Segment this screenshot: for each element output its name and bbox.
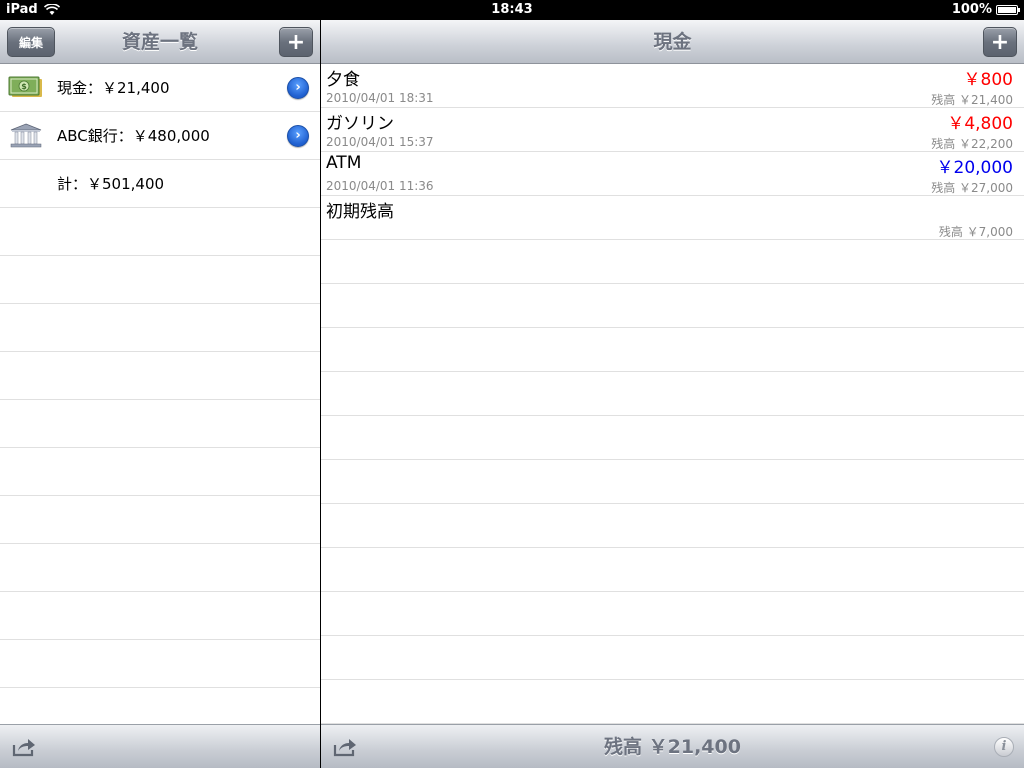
account-title: 現金 xyxy=(653,31,692,53)
asset-label-cash: 現金：￥21,400 xyxy=(57,79,170,97)
transaction-date: 2010/04/01 11:36 xyxy=(326,179,434,193)
asset-list: $ 現金：￥21,400 › ABC銀行：￥480,000 › 計：￥501,4… xyxy=(0,64,320,724)
transaction-row[interactable]: ガソリン ￥4,800 2010/04/01 15:37 残高 ￥22,200 xyxy=(321,108,1024,152)
status-bar: iPad 18:43 100% xyxy=(0,0,1024,20)
footer-balance: 残高 ￥21,400 xyxy=(604,736,741,758)
transactions-toolbar: 残高 ￥21,400 i xyxy=(321,724,1024,768)
transactions-pane: 現金 + 夕食 ￥800 2010/04/01 18:31 残高 ￥21,400… xyxy=(321,20,1024,768)
cash-icon: $ xyxy=(8,76,42,97)
transactions-navbar: 現金 + xyxy=(321,20,1024,64)
add-asset-button[interactable]: + xyxy=(279,27,313,57)
edit-button[interactable]: 編集 xyxy=(7,27,55,57)
transaction-balance: 残高 ￥22,200 xyxy=(931,137,1013,151)
chevron-right-icon: › xyxy=(295,128,301,143)
transaction-name: 夕食 xyxy=(326,70,360,90)
transaction-list: 夕食 ￥800 2010/04/01 18:31 残高 ￥21,400 ガソリン… xyxy=(321,64,1024,724)
transaction-date: 2010/04/01 15:37 xyxy=(326,135,434,149)
add-transaction-button[interactable]: + xyxy=(983,27,1017,57)
svg-text:$: $ xyxy=(21,82,27,91)
asset-total-label: 計：￥501,400 xyxy=(57,175,165,193)
bank-icon xyxy=(10,123,42,148)
assets-pane: 資産一覧 編集 + $ 現金：￥21,400 › ABC銀行：￥480,000 … xyxy=(0,20,320,768)
status-time: 18:43 xyxy=(491,2,533,17)
asset-detail-button-cash[interactable]: › xyxy=(287,77,309,99)
share-icon[interactable] xyxy=(12,737,36,757)
transaction-name: ATM xyxy=(326,153,362,173)
status-right: 100% xyxy=(951,2,1020,17)
transaction-amount: ￥4,800 xyxy=(947,114,1013,134)
assets-toolbar xyxy=(0,724,320,768)
transaction-balance: 残高 ￥27,000 xyxy=(931,181,1013,195)
asset-detail-button-bank[interactable]: › xyxy=(287,125,309,147)
transaction-name: 初期残高 xyxy=(326,202,394,222)
transaction-name: ガソリン xyxy=(326,114,394,134)
asset-row-cash[interactable]: $ 現金：￥21,400 › xyxy=(0,64,320,112)
asset-total-row: 計：￥501,400 xyxy=(0,160,320,208)
info-icon[interactable]: i xyxy=(994,737,1014,757)
transaction-row[interactable]: 初期残高 残高 ￥7,000 xyxy=(321,196,1024,240)
transaction-balance: 残高 ￥21,400 xyxy=(931,93,1013,107)
transaction-date: 2010/04/01 18:31 xyxy=(326,91,434,105)
chevron-right-icon: › xyxy=(295,80,301,95)
asset-label-bank: ABC銀行：￥480,000 xyxy=(57,127,210,145)
transaction-amount: ￥20,000 xyxy=(936,158,1013,178)
transaction-balance: 残高 ￥7,000 xyxy=(938,225,1013,239)
transaction-row[interactable]: ATM ￥20,000 2010/04/01 11:36 残高 ￥27,000 xyxy=(321,152,1024,196)
asset-row-bank[interactable]: ABC銀行：￥480,000 › xyxy=(0,112,320,160)
assets-navbar: 資産一覧 編集 + xyxy=(0,20,320,64)
battery-icon xyxy=(996,4,1020,15)
battery-percent: 100% xyxy=(951,2,992,17)
transaction-row[interactable]: 夕食 ￥800 2010/04/01 18:31 残高 ￥21,400 xyxy=(321,64,1024,108)
transaction-amount: ￥800 xyxy=(963,70,1013,90)
